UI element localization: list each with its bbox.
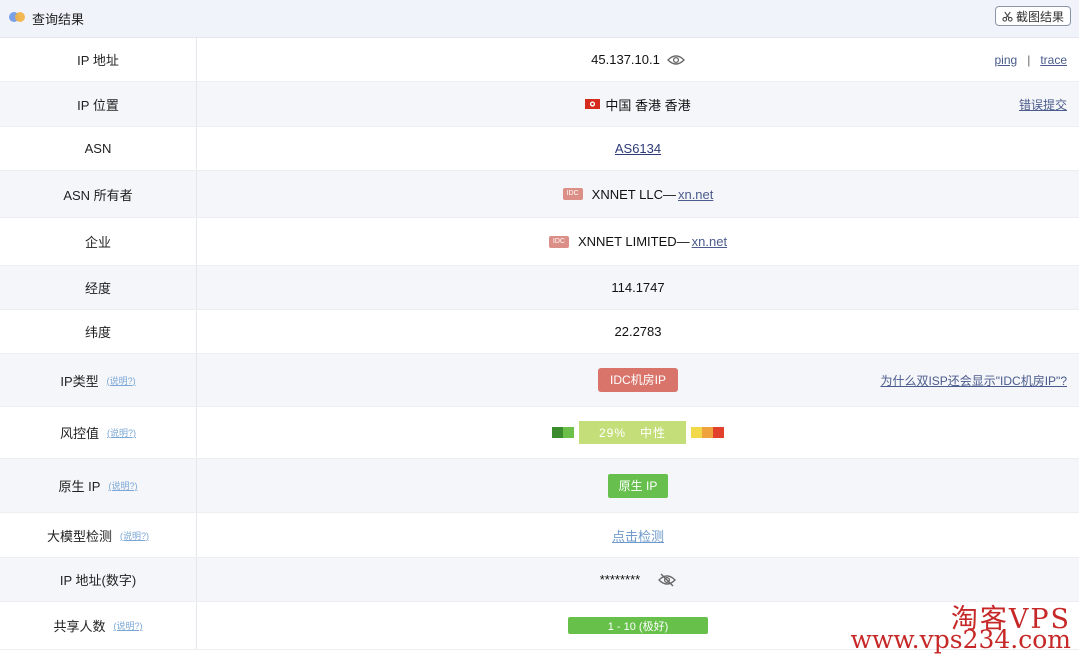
risk-percent: 29% bbox=[598, 425, 626, 440]
native-ip-badge: 原生 IP bbox=[607, 473, 669, 498]
report-cell: 错误提交 bbox=[1019, 82, 1067, 126]
ip-numeric-value: ******** bbox=[599, 572, 641, 587]
row-llm-detection: 大模型检测 (说明?) 点击检测 bbox=[0, 513, 1079, 558]
label-ip-numeric: IP 地址(数字) bbox=[0, 558, 197, 601]
logo-icon bbox=[9, 12, 25, 22]
label-share-cell: 共享人数 (说明?) bbox=[0, 602, 197, 649]
eye-off-icon[interactable] bbox=[658, 573, 677, 587]
label-ip-type-cell: IP类型 (说明?) bbox=[0, 354, 197, 406]
label-llm-cell: 大模型检测 (说明?) bbox=[0, 513, 197, 557]
ip-type-help-link[interactable]: (说明?) bbox=[107, 374, 136, 387]
share-help-link[interactable]: (说明?) bbox=[114, 619, 143, 632]
risk-segment-high-3 bbox=[713, 427, 724, 438]
ip-location-value: 中国 香港 香港 bbox=[605, 97, 691, 113]
watermark-url: www.vps234.com bbox=[850, 625, 1071, 654]
row-company: 企业 IDC XNNET LIMITED— xn.net bbox=[0, 218, 1079, 266]
value-native-cell: 原生 IP bbox=[197, 459, 1079, 512]
row-ip-numeric: IP 地址(数字) ******** bbox=[0, 558, 1079, 602]
row-ip-address: IP 地址 45.137.10.1 ping | trace bbox=[0, 38, 1079, 82]
row-latitude: 纬度 22.2783 bbox=[0, 310, 1079, 354]
report-error-link[interactable]: 错误提交 bbox=[1019, 96, 1067, 113]
row-native-ip: 原生 IP (说明?) 原生 IP bbox=[0, 459, 1079, 513]
ping-link[interactable]: ping bbox=[995, 53, 1018, 67]
label-ip-address: IP 地址 bbox=[0, 38, 197, 81]
longitude-value: 114.1747 bbox=[611, 280, 665, 295]
result-header: 查询结果 截图结果 bbox=[0, 0, 1079, 38]
risk-level: 中性 bbox=[640, 426, 667, 440]
label-ip-location: IP 位置 bbox=[0, 82, 197, 126]
row-ip-location: IP 位置 中国 香港 香港 错误提交 bbox=[0, 82, 1079, 127]
row-asn-owner: ASN 所有者 IDC XNNET LLC— xn.net bbox=[0, 171, 1079, 218]
value-risk-cell: 29% 中性 bbox=[197, 407, 1079, 458]
trace-link[interactable]: trace bbox=[1040, 53, 1067, 67]
row-risk: 风控值 (说明?) 29% 中性 bbox=[0, 407, 1079, 459]
asn-link[interactable]: AS6134 bbox=[615, 141, 661, 156]
tools-separator: | bbox=[1027, 52, 1031, 67]
llm-help-link[interactable]: (说明?) bbox=[120, 529, 149, 542]
idc-ip-badge: IDC机房IP bbox=[597, 368, 678, 392]
asn-owner-domain-link[interactable]: xn.net bbox=[678, 187, 713, 202]
row-ip-type: IP类型 (说明?) IDC机房IP 为什么双ISP还会显示"IDC机房IP"? bbox=[0, 354, 1079, 407]
company-name: XNNET LIMITED— bbox=[577, 234, 690, 249]
hong-kong-flag-icon bbox=[585, 99, 601, 109]
value-ip-numeric-cell: ******** bbox=[197, 558, 1079, 601]
value-llm-cell: 点击检测 bbox=[197, 513, 1079, 557]
label-share: 共享人数 bbox=[53, 619, 106, 634]
label-native: 原生 IP bbox=[58, 479, 101, 494]
label-company: 企业 bbox=[0, 218, 197, 265]
label-asn-owner: ASN 所有者 bbox=[0, 171, 197, 217]
risk-segment-low-1 bbox=[552, 427, 563, 438]
result-table: IP 地址 45.137.10.1 ping | trace IP 位置 中国 … bbox=[0, 38, 1079, 650]
value-asn-owner-cell: IDC XNNET LLC— xn.net bbox=[197, 171, 1079, 217]
label-risk-cell: 风控值 (说明?) bbox=[0, 407, 197, 458]
why-idc-cell: 为什么双ISP还会显示"IDC机房IP"? bbox=[880, 354, 1067, 406]
label-llm: 大模型检测 bbox=[46, 528, 112, 544]
screenshot-button-label: 截图结果 bbox=[1015, 9, 1064, 24]
value-ip-location-cell: 中国 香港 香港 bbox=[197, 82, 1079, 126]
value-asn-cell: AS6134 bbox=[197, 127, 1079, 170]
asn-owner-name: XNNET LLC— bbox=[591, 186, 676, 202]
value-ip-address-cell: 45.137.10.1 bbox=[197, 38, 1079, 81]
label-latitude: 纬度 bbox=[0, 310, 197, 353]
why-idc-link[interactable]: 为什么双ISP还会显示"IDC机房IP"? bbox=[880, 372, 1067, 389]
risk-help-link[interactable]: (说明?) bbox=[107, 426, 136, 439]
label-ip-type: IP类型 bbox=[60, 373, 99, 389]
row-asn: ASN AS6134 bbox=[0, 127, 1079, 171]
label-asn: ASN bbox=[0, 127, 197, 170]
page-title: 查询结果 bbox=[32, 12, 85, 27]
value-company-cell: IDC XNNET LIMITED— xn.net bbox=[197, 218, 1079, 265]
scissors-icon bbox=[1002, 11, 1013, 22]
label-longitude: 经度 bbox=[0, 266, 197, 309]
share-count-bar: 1 - 10 (极好) bbox=[568, 617, 708, 634]
risk-score-bar: 29% 中性 bbox=[579, 421, 686, 444]
label-risk: 风控值 bbox=[59, 426, 99, 441]
idc-chip: IDC bbox=[548, 235, 569, 248]
idc-chip: IDC bbox=[562, 188, 583, 200]
row-longitude: 经度 114.1747 bbox=[0, 266, 1079, 310]
latitude-value: 22.2783 bbox=[614, 324, 662, 339]
company-domain-link[interactable]: xn.net bbox=[692, 234, 727, 249]
screenshot-button[interactable]: 截图结果 bbox=[994, 6, 1071, 26]
ip-tools: ping | trace bbox=[995, 38, 1068, 81]
watermark: 淘客VPS www.vps234.com bbox=[850, 606, 1071, 652]
risk-meter: 29% 中性 bbox=[552, 421, 724, 444]
native-help-link[interactable]: (说明?) bbox=[108, 479, 137, 492]
click-detect-link[interactable]: 点击检测 bbox=[612, 526, 664, 545]
label-native-cell: 原生 IP (说明?) bbox=[0, 459, 197, 512]
ip-address-value: 45.137.10.1 bbox=[591, 52, 660, 67]
risk-segment-high-1 bbox=[691, 427, 702, 438]
eye-icon[interactable] bbox=[666, 54, 685, 66]
risk-segment-high-2 bbox=[702, 427, 713, 438]
risk-segment-low-2 bbox=[563, 427, 574, 438]
